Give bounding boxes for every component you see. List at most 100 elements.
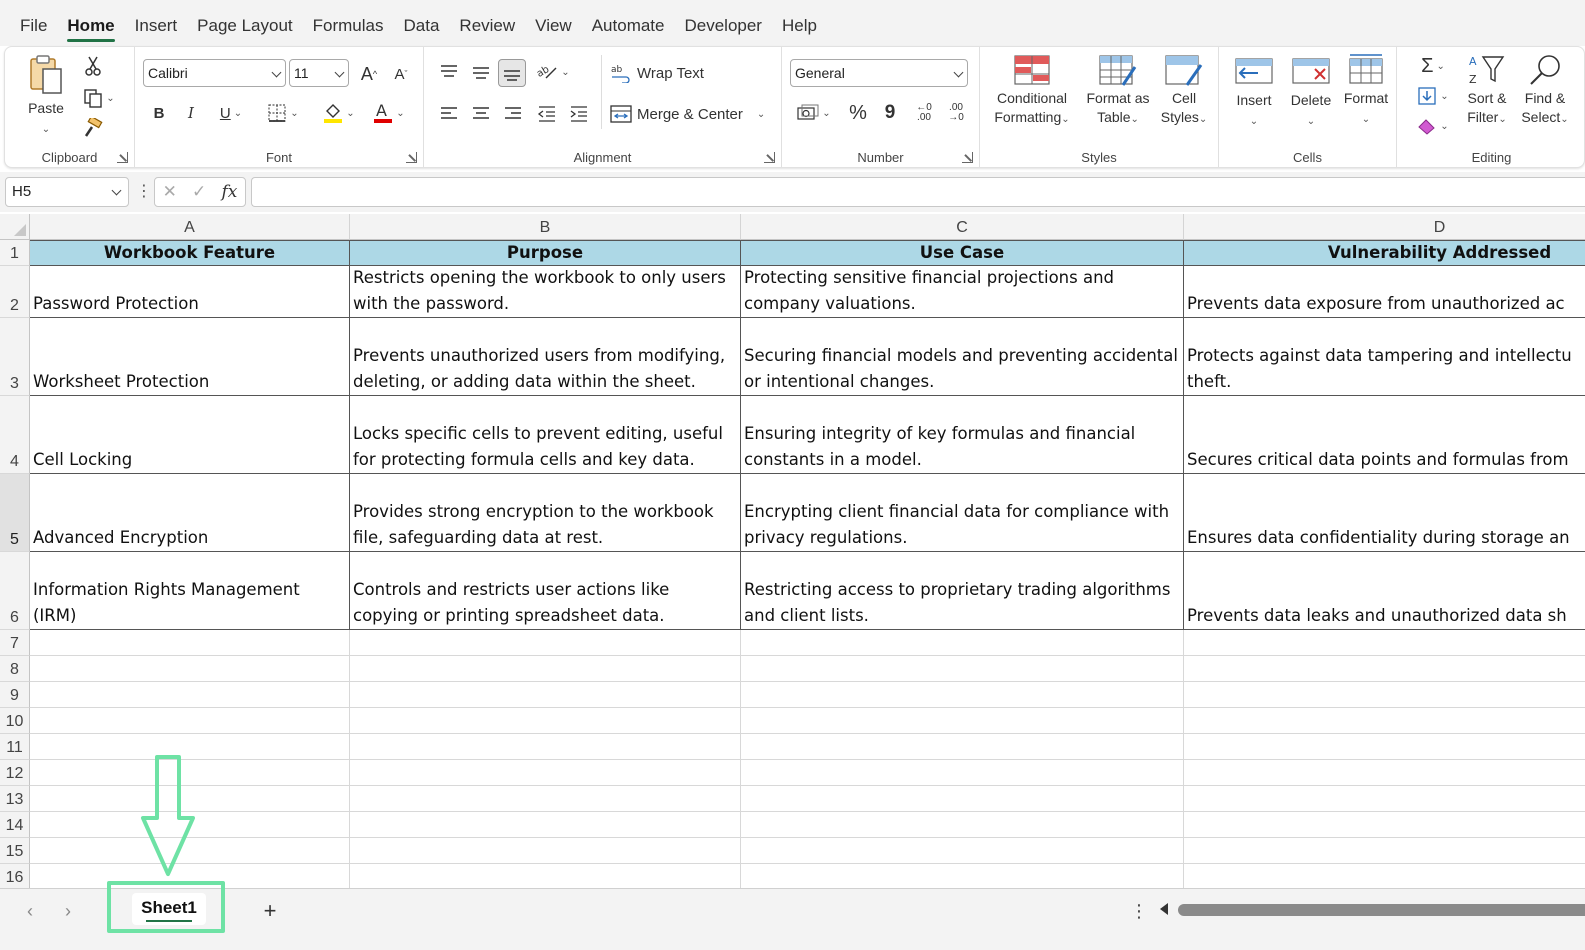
empty-cell[interactable]	[30, 630, 350, 656]
row-header[interactable]: 4	[0, 396, 30, 474]
empty-cell[interactable]	[350, 760, 741, 786]
row-header[interactable]: 3	[0, 318, 30, 396]
orientation-button[interactable]: ab ⌄	[532, 59, 574, 85]
table-cell[interactable]: Prevents data exposure from unauthorized…	[1184, 266, 1585, 318]
table-cell[interactable]: Information Rights Management (IRM)	[30, 552, 350, 630]
scroll-left-icon[interactable]	[1160, 903, 1168, 915]
column-header-a[interactable]: A	[30, 214, 350, 240]
empty-cell[interactable]	[741, 812, 1184, 838]
wrap-text-button[interactable]: ab Wrap Text	[610, 59, 706, 87]
underline-button[interactable]: U ⌄	[209, 99, 253, 127]
menu-tab-help[interactable]: Help	[772, 0, 827, 46]
number-dialog-launcher-icon[interactable]	[962, 152, 973, 163]
name-box[interactable]: H5	[5, 177, 129, 207]
empty-cell[interactable]	[1184, 734, 1585, 760]
align-center-button[interactable]	[468, 101, 494, 127]
accounting-format-button[interactable]: ⌄	[792, 99, 836, 127]
table-cell[interactable]: Ensuring integrity of key formulas and f…	[741, 396, 1184, 474]
middle-align-button[interactable]	[468, 59, 494, 85]
empty-cell[interactable]	[350, 786, 741, 812]
menu-tab-view[interactable]: View	[525, 0, 582, 46]
table-cell[interactable]: Locks specific cells to prevent editing,…	[350, 396, 741, 474]
menu-tab-developer[interactable]: Developer	[674, 0, 772, 46]
menu-tab-file[interactable]: File	[10, 0, 57, 46]
row-header[interactable]: 5	[0, 474, 30, 552]
find-select-button[interactable]: Find & Select⌄	[1515, 53, 1575, 129]
empty-cell[interactable]	[741, 864, 1184, 888]
align-right-button[interactable]	[500, 101, 526, 127]
empty-cell[interactable]	[1184, 682, 1585, 708]
row-header[interactable]: 1	[0, 240, 30, 266]
column-header-b[interactable]: B	[350, 214, 741, 240]
empty-cell[interactable]	[1184, 864, 1585, 888]
font-dialog-launcher-icon[interactable]	[406, 152, 417, 163]
table-cell[interactable]: Controls and restricts user actions like…	[350, 552, 741, 630]
insert-function-button[interactable]: fx	[222, 182, 238, 202]
table-cell[interactable]: Prevents unauthorized users from modifyi…	[350, 318, 741, 396]
more-options-icon[interactable]: ⋮	[1130, 899, 1148, 923]
table-cell[interactable]: Prevents data leaks and unauthorized dat…	[1184, 552, 1585, 630]
select-all-corner[interactable]	[0, 214, 30, 240]
table-cell[interactable]: Ensures data confidentiality during stor…	[1184, 474, 1585, 552]
sort-filter-button[interactable]: AZ Sort & Filter⌄	[1459, 53, 1515, 129]
font-size-dropdown[interactable]: 11	[289, 59, 349, 87]
column-header-d[interactable]: D	[1184, 214, 1585, 240]
row-header[interactable]: 13	[0, 786, 30, 812]
row-header[interactable]: 15	[0, 838, 30, 864]
empty-cell[interactable]	[741, 838, 1184, 864]
empty-cell[interactable]	[741, 786, 1184, 812]
menu-tab-review[interactable]: Review	[449, 0, 525, 46]
empty-cell[interactable]	[1184, 838, 1585, 864]
row-header[interactable]: 6	[0, 552, 30, 630]
formula-input[interactable]	[251, 177, 1585, 207]
comma-style-button[interactable]: 9	[878, 99, 902, 127]
paste-button[interactable]: Paste ⌄	[15, 53, 77, 139]
fill-button[interactable]: ⌄	[1411, 83, 1455, 109]
percent-style-button[interactable]: %	[844, 99, 872, 127]
bold-button[interactable]: B	[147, 99, 171, 127]
row-header[interactable]: 14	[0, 812, 30, 838]
empty-cell[interactable]	[1184, 708, 1585, 734]
empty-cell[interactable]	[741, 682, 1184, 708]
format-as-table-button[interactable]: Format as Table⌄	[1080, 55, 1156, 129]
menu-tab-formulas[interactable]: Formulas	[303, 0, 394, 46]
table-cell[interactable]: Cell Locking	[30, 396, 350, 474]
table-header-cell[interactable]: Workbook Feature	[30, 240, 350, 266]
empty-cell[interactable]	[741, 656, 1184, 682]
table-header-cell[interactable]: Vulnerability Addressed	[1184, 240, 1585, 266]
column-header-c[interactable]: C	[741, 214, 1184, 240]
format-cells-button[interactable]: Format ⌄	[1339, 53, 1393, 129]
number-format-dropdown[interactable]: General	[790, 59, 968, 87]
empty-cell[interactable]	[1184, 812, 1585, 838]
font-color-button[interactable]: A ⌄	[367, 99, 411, 127]
table-cell[interactable]: Protecting sensitive financial projectio…	[741, 266, 1184, 318]
chevron-left-icon[interactable]: ‹	[20, 901, 40, 921]
clear-button[interactable]: ⌄	[1411, 113, 1455, 139]
empty-cell[interactable]	[30, 656, 350, 682]
empty-cell[interactable]	[741, 708, 1184, 734]
clipboard-dialog-launcher-icon[interactable]	[117, 152, 128, 163]
decrease-indent-button[interactable]	[534, 101, 560, 127]
menu-tab-automate[interactable]: Automate	[582, 0, 675, 46]
row-header[interactable]: 2	[0, 266, 30, 318]
empty-cell[interactable]	[350, 734, 741, 760]
chevron-right-icon[interactable]: ›	[58, 901, 78, 921]
empty-cell[interactable]	[350, 708, 741, 734]
table-cell[interactable]: Advanced Encryption	[30, 474, 350, 552]
menu-tab-home[interactable]: Home	[57, 0, 124, 46]
increase-indent-button[interactable]	[566, 101, 592, 127]
increase-decimal-button[interactable]: ←0.00	[910, 99, 938, 127]
row-header[interactable]: 9	[0, 682, 30, 708]
table-cell[interactable]: Encrypting client financial data for com…	[741, 474, 1184, 552]
table-cell[interactable]: Password Protection	[30, 266, 350, 318]
empty-cell[interactable]	[350, 838, 741, 864]
font-family-dropdown[interactable]: Calibri	[143, 59, 286, 87]
borders-button[interactable]: ⌄	[261, 99, 305, 127]
empty-cell[interactable]	[350, 630, 741, 656]
row-header[interactable]: 11	[0, 734, 30, 760]
cell-styles-button[interactable]: Cell Styles⌄	[1156, 55, 1212, 129]
menu-tab-insert[interactable]: Insert	[125, 0, 188, 46]
empty-cell[interactable]	[1184, 786, 1585, 812]
empty-cell[interactable]	[350, 682, 741, 708]
table-header-cell[interactable]: Use Case	[741, 240, 1184, 266]
